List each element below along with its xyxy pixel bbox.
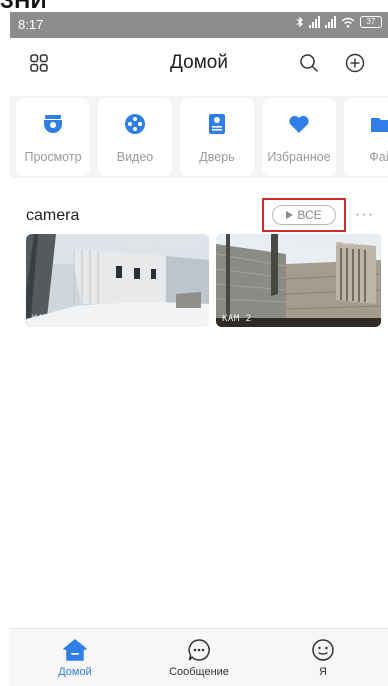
camera-1-timestamp: 2018-03-03 08:38:18	[126, 240, 201, 247]
dome-camera-icon	[41, 112, 65, 136]
video-reel-icon	[123, 112, 147, 136]
category-label: Дверь	[199, 150, 235, 164]
search-button[interactable]	[296, 50, 322, 76]
battery-icon: 37	[360, 16, 382, 28]
play-icon	[286, 211, 294, 219]
door-intercom-icon	[205, 112, 229, 136]
top-cut-text: ЗНИ	[0, 0, 388, 12]
category-label: Фай	[369, 150, 388, 164]
search-icon	[300, 54, 318, 72]
signal-icon-2	[325, 16, 336, 28]
camera-thumbnail-2[interactable]: 2018-03-03 08:38:18 КАМ 2	[216, 234, 381, 327]
group-name: camera	[26, 207, 80, 224]
category-row: Просмотр Видео Дверь Избранное Фай	[10, 96, 388, 178]
camera-2-timestamp: 2018-03-03 08:38:18	[298, 240, 373, 247]
heart-icon	[287, 112, 311, 136]
camera-2-label: КАМ 2	[222, 314, 252, 324]
bluetooth-icon	[296, 16, 303, 28]
add-circle-icon	[345, 53, 365, 73]
category-preview[interactable]: Просмотр	[16, 98, 90, 176]
app-header: Домой	[10, 38, 388, 88]
category-favorites[interactable]: Избранное	[262, 98, 336, 176]
category-label: Видео	[116, 150, 154, 164]
status-icons: 37	[296, 16, 382, 28]
category-door[interactable]: Дверь	[180, 98, 254, 176]
nav-messages-label: Сообщение	[169, 666, 229, 678]
category-label: Просмотр	[24, 150, 82, 164]
add-device-button[interactable]	[342, 50, 368, 76]
camera-1-label: КАМ 1	[32, 314, 62, 324]
bottom-navigation: Домой Сообщение Я	[10, 628, 388, 686]
camera-thumbnail-1[interactable]: 2018-03-03 08:38:18 КАМ 1	[26, 234, 209, 327]
page-title: Домой	[170, 52, 228, 73]
nav-home-label: Домой	[58, 666, 92, 678]
view-all-button[interactable]: ВСЕ	[272, 205, 336, 225]
nav-profile[interactable]: Я	[278, 637, 368, 685]
message-icon	[186, 637, 212, 663]
camera-group-header: camera ВСЕ ···	[10, 194, 388, 236]
category-video[interactable]: Видео	[98, 98, 172, 176]
view-all-label: ВСЕ	[297, 208, 322, 222]
category-label: Избранное	[267, 150, 331, 164]
profile-icon	[310, 637, 336, 663]
nav-home[interactable]: Домой	[30, 637, 120, 685]
signal-icon	[309, 16, 320, 28]
highlight-box: ВСЕ	[262, 198, 346, 232]
category-files[interactable]: Фай	[344, 98, 388, 176]
wifi-icon	[341, 17, 355, 28]
status-bar: 8:17 37	[10, 12, 388, 38]
more-button[interactable]: ···	[355, 206, 374, 224]
status-time: 8:17	[18, 17, 44, 32]
top-fragment-text: ЗНИ	[0, 0, 47, 12]
nav-messages[interactable]: Сообщение	[154, 637, 244, 685]
nav-profile-label: Я	[319, 666, 327, 678]
folder-icon	[369, 112, 388, 136]
home-icon	[62, 637, 88, 663]
